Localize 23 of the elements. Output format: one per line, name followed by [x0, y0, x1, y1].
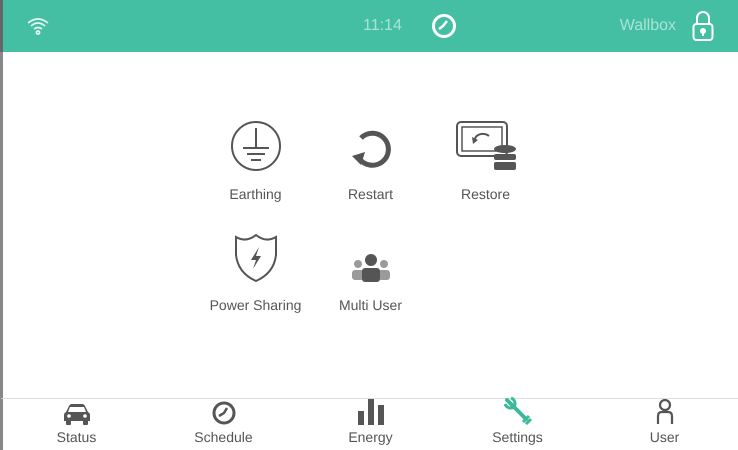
- clock-icon: [212, 401, 236, 425]
- clock-time: 11:14: [363, 16, 402, 36]
- settings-option[interactable]: Restore: [428, 118, 543, 205]
- user-group-icon: [350, 253, 390, 283]
- settings-option[interactable]: Power Sharing: [198, 229, 313, 316]
- lock-icon[interactable]: [692, 10, 714, 42]
- restore-screen-database-icon: [454, 120, 516, 172]
- clock-icon: [431, 13, 457, 39]
- settings-option[interactable]: Earthing: [198, 118, 313, 205]
- settings-option[interactable]: Restart: [313, 118, 428, 205]
- wrench-icon: [504, 397, 532, 425]
- nav-tab[interactable]: User: [591, 399, 738, 450]
- nav-tab[interactable]: Schedule: [150, 399, 297, 450]
- device-name: Wallbox: [620, 16, 676, 36]
- nav-tab[interactable]: Settings: [444, 399, 591, 450]
- nav-tab[interactable]: Status: [3, 399, 150, 450]
- user-icon: [656, 399, 674, 425]
- wifi-icon: [27, 17, 49, 35]
- car-icon: [62, 403, 90, 425]
- bar-chart-icon: [358, 399, 384, 425]
- earth-ground-icon: [230, 120, 282, 172]
- nav-tab[interactable]: Energy: [297, 399, 444, 450]
- settings-option[interactable]: Multi User: [313, 229, 428, 316]
